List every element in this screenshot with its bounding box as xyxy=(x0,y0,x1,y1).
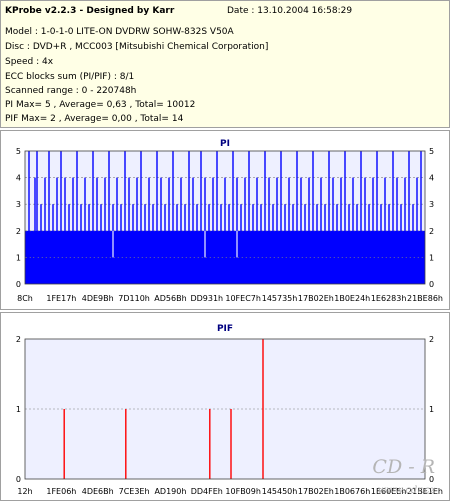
x-tick-label: 17B02Eh xyxy=(298,487,334,496)
pi-chart-panel: PI 0 0 1 1 2 2 3 3 4 4 5 5 8Ch 1FE17h 4DE9Bh 7D110h AD56B… xyxy=(0,130,450,310)
app-title: KProbe v2.2.3 - Designed by Karr xyxy=(5,6,175,16)
y-tick-label-right: 3 xyxy=(429,200,434,209)
x-tick-label: 1B0676h xyxy=(334,487,370,496)
x-tick-label: 17B02Eh xyxy=(298,294,334,303)
scan-date: Date : 13.10.2004 16:58:29 xyxy=(227,6,353,16)
y-tick-label-right: 5 xyxy=(429,147,434,156)
x-tick-label: 145450h xyxy=(262,487,298,496)
y-tick-label-right: 1 xyxy=(429,405,434,414)
x-tick-label: AD56Bh xyxy=(154,294,186,303)
watermark-url: www.cdr.cz xyxy=(377,485,435,496)
y-tick-label-left: 0 xyxy=(16,475,21,484)
x-tick-label: 21BE86h xyxy=(407,294,443,303)
y-tick-label-right: 1 xyxy=(429,253,434,262)
disc-info: Disc : DVD+R , MCC003 [Mitsubishi Chemic… xyxy=(5,42,269,52)
chart-title: PI xyxy=(220,139,230,149)
x-tick-label: 7CE3Eh xyxy=(119,487,150,496)
y-tick-label-left: 2 xyxy=(16,335,21,344)
speed-info: Speed : 4x xyxy=(5,57,54,67)
ecc-info: ECC blocks sum (PI/PIF) : 8/1 xyxy=(5,72,135,82)
y-tick-label-left: 3 xyxy=(16,200,21,209)
pif-chart-panel: PIF 0 0 1 1 2 2 12h 1FE06h 4DE6Bh 7CE3Eh AD190h DD4F… xyxy=(0,312,450,501)
x-tick-label: 1FE17h xyxy=(46,294,76,303)
y-tick-label-left: 1 xyxy=(16,405,21,414)
x-tick-label: 1E6283h xyxy=(371,294,407,303)
x-tick-label: DD4FEh xyxy=(191,487,223,496)
pi-chart: PI 0 0 1 1 2 2 3 3 4 4 5 5 8Ch 1FE17h 4DE9Bh 7D110h AD56B… xyxy=(16,139,443,303)
scanned-range: Scanned range : 0 - 220748h xyxy=(5,86,137,96)
x-tick-label: 8Ch xyxy=(17,294,33,303)
x-tick-label: 1B0E24h xyxy=(334,294,370,303)
y-tick-label-left: 1 xyxy=(16,253,21,262)
x-tick-label: 4DE9Bh xyxy=(82,294,114,303)
drive-model: Model : 1-0-1-0 LITE-ON DVDRW SOHW-832S … xyxy=(5,27,234,37)
x-tick-label: 12h xyxy=(17,487,32,496)
y-tick-label-right: 2 xyxy=(429,227,434,236)
watermark-brand: CD - R xyxy=(372,456,435,478)
pi-stats: PI Max= 5 , Average= 0,63 , Total= 10012 xyxy=(5,100,196,110)
x-tick-label: AD190h xyxy=(154,487,186,496)
y-tick-label-left: 4 xyxy=(16,174,21,183)
x-tick-label: 7D110h xyxy=(118,294,150,303)
y-tick-label-left: 2 xyxy=(16,227,21,236)
y-tick-label-right: 0 xyxy=(429,280,434,289)
x-tick-label: 4DE6Bh xyxy=(82,487,114,496)
x-tick-label: 145735h xyxy=(262,294,298,303)
x-tick-label: DD931h xyxy=(190,294,223,303)
x-tick-label: 1FE06h xyxy=(46,487,76,496)
pif-stats: PIF Max= 2 , Average= 0,00 , Total= 14 xyxy=(5,114,184,124)
chart-title: PIF xyxy=(217,324,233,334)
x-tick-label: 10FEC7h xyxy=(225,294,261,303)
y-tick-label-left: 0 xyxy=(16,280,21,289)
y-tick-label-right: 2 xyxy=(429,335,434,344)
x-tick-label: 10FB09h xyxy=(225,487,261,496)
y-tick-label-left: 5 xyxy=(16,147,21,156)
info-panel: KProbe v2.2.3 - Designed by Karr Date : … xyxy=(0,0,450,128)
y-tick-label-right: 4 xyxy=(429,174,434,183)
